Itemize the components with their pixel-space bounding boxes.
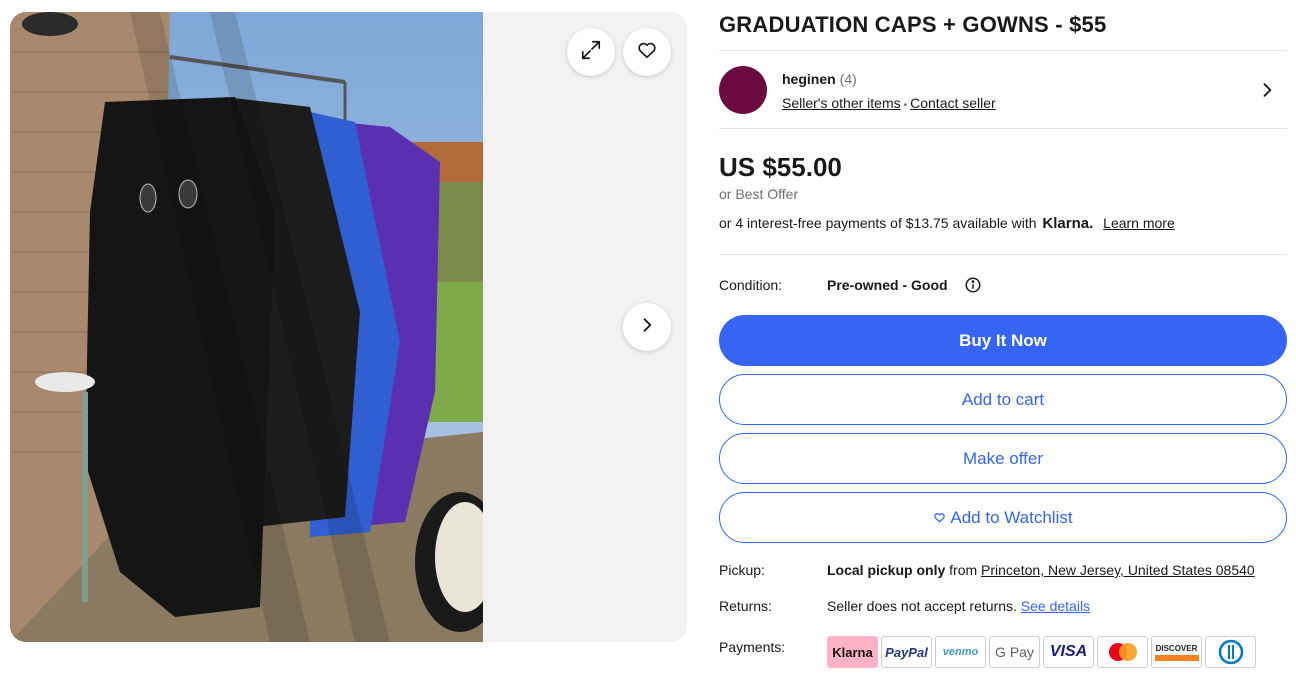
heart-icon bbox=[636, 39, 658, 66]
buy-it-now-button[interactable]: Buy It Now bbox=[719, 315, 1287, 366]
chevron-right-icon[interactable] bbox=[1257, 80, 1277, 105]
seller-card[interactable]: heginen (4) Seller's other items • Contact … bbox=[719, 66, 1287, 116]
see-details-link[interactable]: See details bbox=[1021, 598, 1090, 614]
add-to-watchlist-button[interactable]: Add to Watchlist bbox=[719, 492, 1287, 543]
pickup-label: Pickup: bbox=[719, 562, 765, 578]
seller-links: Seller's other items • Contact seller bbox=[782, 95, 996, 111]
expand-button[interactable] bbox=[567, 28, 615, 76]
discover-logo: DISCOVER bbox=[1151, 636, 1202, 668]
seller-avatar[interactable] bbox=[719, 66, 767, 114]
condition-value: Pre-owned - Good bbox=[827, 277, 948, 293]
returns-policy: Seller does not accept returns. bbox=[827, 598, 1017, 614]
mastercard-logo bbox=[1097, 636, 1148, 668]
returns-value: Seller does not accept returns. See deta… bbox=[827, 598, 1090, 614]
image-gallery bbox=[10, 12, 687, 642]
divider bbox=[719, 128, 1287, 129]
installments-text: or 4 interest-free payments of $13.75 av… bbox=[719, 215, 1175, 232]
seller-username[interactable]: heginen bbox=[782, 71, 836, 87]
contact-seller-link[interactable]: Contact seller bbox=[910, 95, 996, 111]
pickup-location-link[interactable]: Princeton, New Jersey, United States 085… bbox=[981, 562, 1255, 578]
next-image-button[interactable] bbox=[623, 303, 671, 351]
pickup-value: Local pickup only from Princeton, New Je… bbox=[827, 562, 1255, 578]
payment-methods: Klarna PayPal venmo G Pay VISA DISCOVER bbox=[827, 636, 1256, 668]
discover-stripe bbox=[1154, 654, 1199, 661]
learn-more-link[interactable]: Learn more bbox=[1103, 215, 1175, 231]
add-to-cart-button[interactable]: Add to cart bbox=[719, 374, 1287, 425]
price: US $55.00 bbox=[719, 152, 842, 182]
paypal-logo: PayPal bbox=[881, 636, 932, 668]
listing-photo[interactable] bbox=[10, 12, 483, 642]
add-to-watchlist-label: Add to Watchlist bbox=[950, 507, 1073, 527]
favorite-button[interactable] bbox=[623, 28, 671, 76]
link-separator: • bbox=[903, 100, 908, 111]
venmo-logo: venmo bbox=[935, 636, 986, 668]
make-offer-button[interactable]: Make offer bbox=[719, 433, 1287, 484]
klarna-logo: Klarna bbox=[827, 636, 878, 668]
seller-feedback-count[interactable]: (4) bbox=[840, 71, 857, 87]
divider bbox=[719, 50, 1287, 51]
listing-title: GRADUATION CAPS + GOWNS - $55 bbox=[719, 12, 1107, 37]
discover-label: DISCOVER bbox=[1155, 643, 1198, 653]
seller-name[interactable]: heginen (4) bbox=[782, 71, 857, 87]
best-offer-label: or Best Offer bbox=[719, 186, 799, 202]
klarna-brand: Klarna. bbox=[1042, 215, 1094, 232]
chevron-right-icon bbox=[637, 315, 657, 340]
expand-icon bbox=[580, 39, 602, 66]
divider bbox=[719, 254, 1287, 255]
seller-other-items-link[interactable]: Seller's other items bbox=[782, 95, 901, 111]
installments-prefix: or 4 interest-free payments of $13.75 av… bbox=[719, 215, 1037, 231]
returns-label: Returns: bbox=[719, 598, 772, 614]
payments-label: Payments: bbox=[719, 639, 786, 655]
pickup-method: Local pickup only bbox=[827, 562, 946, 578]
pickup-from: from bbox=[949, 562, 978, 578]
heart-icon bbox=[933, 511, 946, 524]
google-pay-logo: G Pay bbox=[989, 636, 1040, 668]
condition-label: Condition: bbox=[719, 277, 783, 293]
visa-logo: VISA bbox=[1043, 636, 1094, 668]
diners-club-logo bbox=[1205, 636, 1256, 668]
info-icon[interactable] bbox=[964, 276, 982, 299]
